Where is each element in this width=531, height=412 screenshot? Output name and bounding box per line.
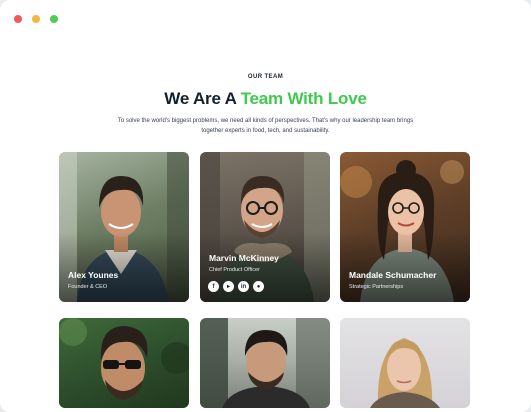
team-card[interactable]: [340, 318, 470, 408]
section-eyebrow: OUR TEAM: [247, 74, 284, 80]
team-member-role: Chief Product Officer: [209, 267, 260, 273]
team-member-name: Alex Younes: [68, 270, 119, 280]
browser-window: OUR TEAM We Are A Team With Love To solv…: [0, 0, 531, 412]
linkedin-icon[interactable]: in: [238, 281, 249, 292]
person-illustration: [59, 318, 189, 400]
facebook-icon[interactable]: f: [208, 281, 219, 292]
close-window-button[interactable]: [14, 15, 22, 23]
minimize-window-button[interactable]: [32, 15, 40, 23]
team-member-role: Founder & CEO: [68, 284, 108, 290]
github-icon[interactable]: ●: [253, 281, 264, 292]
team-card-active[interactable]: Marvin McKinney Chief Product Officer f …: [200, 152, 330, 302]
section-subtitle: To solve the world's biggest problems, w…: [117, 118, 414, 134]
section-heading: We Are A Team With Love: [0, 89, 531, 109]
team-member-photo: [200, 318, 330, 408]
team-card[interactable]: [59, 318, 189, 408]
maximize-window-button[interactable]: [50, 15, 58, 23]
team-member-name: Mandale Schumacher: [349, 270, 437, 280]
team-member-photo: [340, 318, 470, 408]
team-card[interactable]: [200, 318, 330, 408]
heading-prefix: We Are A: [164, 89, 241, 108]
person-illustration: [200, 318, 330, 408]
team-card[interactable]: Mandale Schumacher Strategic Partnership…: [340, 152, 470, 302]
team-member-name: Marvin McKinney: [209, 253, 279, 263]
team-member-role: Strategic Partnerships: [349, 284, 404, 290]
heading-accent: Team With Love: [240, 89, 367, 108]
team-member-photo: [59, 318, 189, 408]
team-card[interactable]: Alex Younes Founder & CEO: [59, 152, 189, 302]
window-controls: [14, 15, 58, 23]
social-links: f ▸ in ●: [208, 281, 264, 292]
person-illustration: [370, 338, 440, 408]
youtube-icon[interactable]: ▸: [223, 281, 234, 292]
